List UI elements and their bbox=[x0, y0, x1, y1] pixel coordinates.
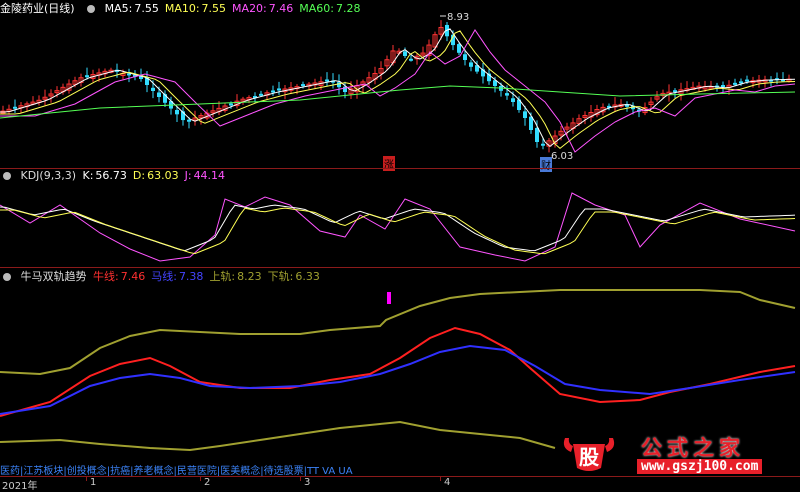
trend-indicator: 牛线: 7.46 bbox=[93, 270, 145, 283]
low-price-label: 6.03 bbox=[551, 151, 574, 162]
candle-body bbox=[151, 87, 155, 91]
trend-indicator-value: 7.38 bbox=[178, 270, 204, 283]
watermark: 股 公式之家 www.gszj100.com bbox=[555, 432, 800, 474]
kdj-j-line bbox=[0, 192, 796, 262]
trend-indicator-value: 8.23 bbox=[237, 270, 262, 283]
kdj-indicator-label: J: bbox=[184, 169, 192, 182]
kdj-indicator-value: 44.14 bbox=[193, 169, 226, 182]
axis-label: 2 bbox=[204, 477, 211, 488]
candle-body bbox=[85, 75, 89, 78]
candle-body bbox=[403, 51, 407, 56]
candle-body bbox=[541, 143, 545, 146]
lower-band-line bbox=[0, 420, 556, 452]
ma5-line bbox=[0, 28, 796, 148]
ma-indicator-value: 7.55 bbox=[201, 2, 227, 15]
trend-indicator: 马线: 7.38 bbox=[151, 270, 203, 283]
candle-body bbox=[469, 62, 473, 67]
trend-indicator-label: 牛线: bbox=[93, 270, 119, 283]
ma-indicator: MA60: 7.28 bbox=[299, 2, 360, 15]
candle-body bbox=[301, 84, 305, 87]
candle-body bbox=[271, 90, 275, 93]
kdj-indicator-value: 63.03 bbox=[147, 169, 179, 182]
trend-indicator-value: 7.46 bbox=[120, 270, 146, 283]
stock-title: 金陵药业(日线) bbox=[0, 2, 75, 15]
price-panel[interactable]: 金陵药业(日线) MA5: 7.55 MA10: 7.55 MA20: 7.46 MA60:… bbox=[0, 0, 800, 172]
high-price-label: 8.93 bbox=[447, 12, 470, 23]
upper-band-line bbox=[0, 289, 796, 376]
ma-indicator-label: MA60: bbox=[299, 2, 334, 15]
kdj-indicator-label: K: bbox=[82, 169, 94, 182]
candle-body bbox=[745, 79, 749, 82]
price-header: 金陵药业(日线) MA5: 7.55 MA10: 7.55 MA20: 7.46 MA60:… bbox=[0, 0, 372, 15]
axis-label: 3 bbox=[304, 477, 311, 488]
date-axis: 2021年 1 2 3 4 bbox=[0, 476, 800, 492]
horse-line bbox=[0, 344, 796, 415]
kdj-panel[interactable]: KDJ(9,3,3) K: 56.73 D: 63.03 J: 44.14 bbox=[0, 169, 800, 267]
ma-indicator: MA5: 7.55 bbox=[105, 2, 159, 15]
candle-body bbox=[523, 111, 527, 118]
axis-tickmark bbox=[86, 477, 87, 481]
ma10-line bbox=[0, 30, 796, 150]
candle-body bbox=[505, 93, 509, 96]
candlestick-chart[interactable] bbox=[0, 0, 800, 168]
candle-body bbox=[157, 92, 161, 97]
ma-indicator-value: 7.55 bbox=[134, 2, 159, 15]
watermark-url: www.gszj100.com bbox=[637, 459, 763, 474]
trend-indicator-label: 上轨: bbox=[209, 270, 236, 283]
ma-indicator-value: 7.46 bbox=[268, 2, 294, 15]
axis-label: 2021年 bbox=[2, 481, 38, 492]
axis-label: 1 bbox=[90, 477, 97, 488]
ma-indicator-label: MA10: bbox=[164, 2, 200, 15]
ma-indicator-label: MA20: bbox=[232, 2, 267, 15]
trend-title: 牛马双轨趋势 bbox=[20, 270, 87, 283]
kdj-indicator-value: 56.73 bbox=[95, 169, 127, 182]
axis-tickmark bbox=[300, 477, 301, 481]
kdj-dot-icon[interactable] bbox=[3, 172, 11, 180]
candle-body bbox=[721, 85, 725, 88]
trend-header: 牛马双轨趋势 牛线: 7.46 马线: 7.38 上轨: 8.23 下轨: 6.33 bbox=[0, 268, 332, 283]
kdj-header: KDJ(9,3,3) K: 56.73 D: 63.03 J: 44.14 bbox=[0, 169, 237, 183]
candle-body bbox=[187, 119, 191, 122]
settings-dot-icon[interactable] bbox=[87, 5, 96, 13]
kdj-indicator: K: 56.73 bbox=[83, 169, 127, 182]
signal-marker bbox=[387, 292, 391, 304]
ma-indicator-label: MA5: bbox=[104, 2, 133, 15]
candle-body bbox=[535, 127, 539, 142]
axis-tickmark bbox=[200, 477, 201, 481]
kdj-indicator: D: 63.03 bbox=[133, 169, 179, 182]
candle-body bbox=[733, 82, 737, 85]
trend-indicator-label: 下轨: bbox=[267, 270, 294, 283]
trend-indicator-label: 马线: bbox=[151, 270, 177, 283]
bull-logo-icon: 股 bbox=[563, 438, 615, 471]
kdj-chart[interactable] bbox=[0, 169, 800, 267]
kdj-indicator: J: 44.14 bbox=[185, 169, 225, 182]
kdj-title: KDJ(9,3,3) bbox=[20, 169, 77, 182]
axis-tickmark bbox=[440, 477, 441, 481]
candle-body bbox=[13, 106, 17, 109]
ma-indicator-value: 7.28 bbox=[335, 2, 361, 15]
candle-body bbox=[259, 93, 263, 96]
candle-body bbox=[457, 44, 461, 53]
logo-text: 股 bbox=[579, 445, 599, 469]
trend-dot-icon[interactable] bbox=[3, 273, 11, 281]
trend-indicator: 下轨: 6.33 bbox=[268, 270, 320, 283]
ma-indicator: MA20: 7.46 bbox=[232, 2, 293, 15]
trend-indicator-value: 6.33 bbox=[295, 270, 320, 283]
candle-body bbox=[463, 54, 467, 60]
candle-body bbox=[409, 58, 413, 61]
kdj-indicator-label: D: bbox=[132, 169, 146, 182]
candle-body bbox=[739, 81, 743, 84]
candle-body bbox=[229, 103, 233, 106]
candle-body bbox=[325, 79, 329, 82]
candle-body bbox=[511, 98, 515, 102]
watermark-title: 公式之家 bbox=[641, 436, 745, 460]
candle-body bbox=[337, 82, 341, 88]
candle-body bbox=[175, 109, 179, 115]
trend-indicator: 上轨: 8.23 bbox=[209, 270, 261, 283]
candle-body bbox=[277, 88, 281, 91]
ma-indicator: MA10: 7.55 bbox=[165, 2, 226, 15]
axis-label: 4 bbox=[444, 477, 451, 488]
